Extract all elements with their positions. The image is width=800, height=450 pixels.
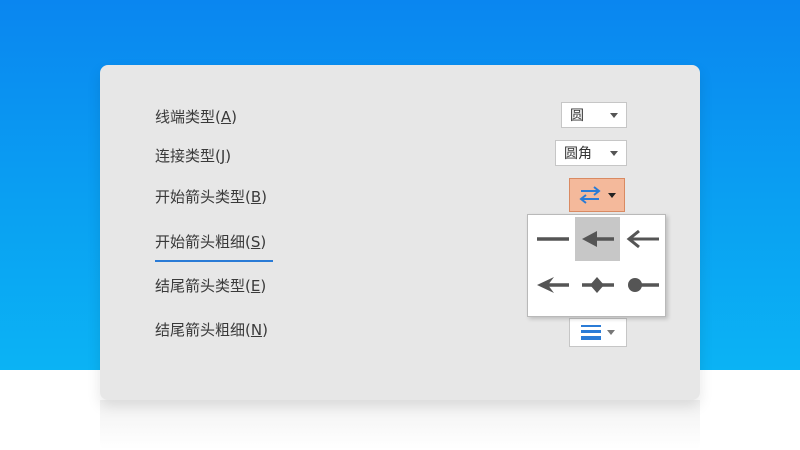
arrow-style-open-arrow[interactable] xyxy=(620,217,665,261)
arrow-style-oval-arrow[interactable] xyxy=(620,263,665,307)
cap-type-value: 圆 xyxy=(570,108,584,124)
arrow-style-none[interactable] xyxy=(530,217,575,261)
cap-type-label: 线端类型(A) xyxy=(155,108,237,126)
arrow-style-gallery xyxy=(527,214,666,317)
end-arrow-size-label: 结尾箭头粗细(N) xyxy=(155,321,268,339)
arrow-style-stealth-arrow[interactable] xyxy=(530,263,575,307)
join-type-value: 圆角 xyxy=(564,146,592,162)
join-type-label: 连接类型(J) xyxy=(155,147,232,165)
cap-type-dropdown[interactable]: 圆 xyxy=(561,102,627,128)
focus-underline xyxy=(155,260,273,262)
chevron-down-icon xyxy=(610,112,618,118)
line-format-panel: 线端类型(A) 圆 连接类型(J) 圆角 开始箭头类型(B) 开始箭头粗细(S)… xyxy=(100,65,700,400)
end-arrow-size-button[interactable] xyxy=(569,318,627,347)
arrow-style-arrow[interactable] xyxy=(575,217,620,261)
chevron-down-icon xyxy=(607,330,615,335)
begin-arrow-type-button[interactable] xyxy=(569,178,625,212)
begin-arrow-type-label: 开始箭头类型(B) xyxy=(155,188,268,206)
end-arrow-type-label: 结尾箭头类型(E) xyxy=(155,277,267,295)
line-diamond-arrow-icon xyxy=(581,277,614,293)
begin-arrow-size-label: 开始箭头粗细(S) xyxy=(155,233,267,251)
panel-reflection xyxy=(100,400,700,450)
line-stealth-arrow-icon xyxy=(536,277,569,293)
swap-arrows-icon xyxy=(579,186,601,204)
line-oval-arrow-icon xyxy=(627,278,659,292)
arrow-style-diamond-arrow[interactable] xyxy=(575,263,620,307)
chevron-down-icon xyxy=(608,192,616,198)
chevron-down-icon xyxy=(610,150,618,156)
line-weight-icon xyxy=(581,324,601,340)
line-open-arrow-icon xyxy=(626,229,659,249)
join-type-dropdown[interactable]: 圆角 xyxy=(555,140,627,166)
line-arrow-icon xyxy=(581,231,614,247)
line-no-arrow-icon xyxy=(536,237,569,241)
